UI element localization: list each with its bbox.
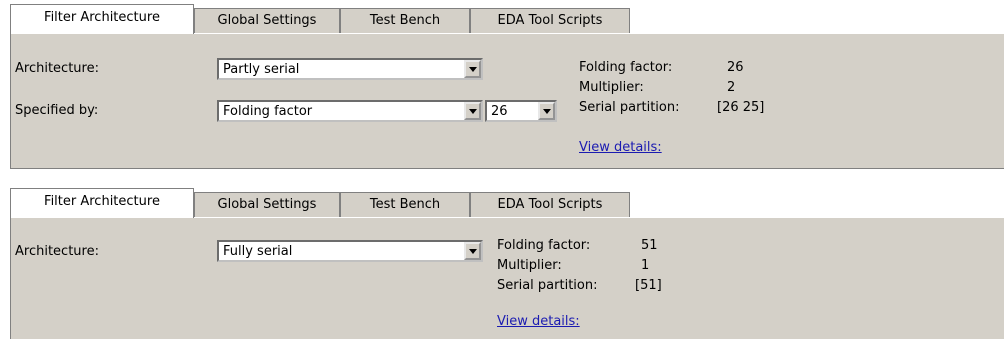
- specified-by-select[interactable]: Folding factor: [217, 100, 483, 122]
- tab-filter-architecture[interactable]: Filter Architecture: [10, 4, 194, 34]
- multiplier-label: Multiplier:: [497, 258, 562, 273]
- filter-architecture-content: Architecture: Partly serial Specified by…: [10, 34, 1004, 168]
- tab-global-settings[interactable]: Global Settings: [194, 192, 340, 217]
- panel-divider: [10, 168, 1004, 169]
- view-details-link[interactable]: View details:: [497, 314, 580, 329]
- multiplier-label: Multiplier:: [579, 80, 644, 95]
- folding-factor-select[interactable]: 26: [485, 100, 557, 122]
- filter-architecture-content: Architecture: Fully serial Folding facto…: [10, 218, 1004, 339]
- specified-by-select-value: Folding factor: [223, 104, 313, 119]
- tab-global-settings[interactable]: Global Settings: [194, 8, 340, 33]
- fully-serial-panel: Global Settings Test Bench EDA Tool Scri…: [0, 184, 1004, 339]
- tab-strip: Global Settings Test Bench EDA Tool Scri…: [0, 184, 1004, 218]
- folding-factor-label: Folding factor:: [497, 238, 591, 253]
- folding-factor-label: Folding factor:: [579, 60, 673, 75]
- specified-by-label: Specified by:: [15, 103, 99, 118]
- view-details-link[interactable]: View details:: [579, 140, 662, 155]
- architecture-select-value: Partly serial: [223, 62, 300, 77]
- multiplier-value: 1: [641, 258, 650, 273]
- architecture-select-value: Fully serial: [223, 244, 293, 259]
- serial-partition-label: Serial partition:: [497, 278, 598, 293]
- serial-partition-value: [26 25]: [717, 100, 765, 115]
- serial-partition-label: Serial partition:: [579, 100, 680, 115]
- tab-strip: Global Settings Test Bench EDA Tool Scri…: [0, 0, 1004, 34]
- tab-eda-tool-scripts[interactable]: EDA Tool Scripts: [470, 8, 630, 33]
- multiplier-value: 2: [727, 80, 736, 95]
- folding-factor-value: 26: [727, 60, 744, 75]
- chevron-down-icon[interactable]: [464, 102, 481, 120]
- partly-serial-panel: Global Settings Test Bench EDA Tool Scri…: [0, 0, 1004, 170]
- architecture-select[interactable]: Partly serial: [217, 58, 483, 80]
- chevron-down-icon[interactable]: [464, 242, 481, 260]
- tab-eda-tool-scripts[interactable]: EDA Tool Scripts: [470, 192, 630, 217]
- folding-factor-value: 51: [641, 238, 658, 253]
- folding-factor-select-value: 26: [491, 104, 508, 119]
- tab-test-bench[interactable]: Test Bench: [340, 8, 470, 33]
- tab-filter-architecture[interactable]: Filter Architecture: [10, 188, 194, 218]
- serial-partition-value: [51]: [635, 278, 662, 293]
- chevron-down-icon[interactable]: [538, 102, 555, 120]
- chevron-down-icon[interactable]: [464, 60, 481, 78]
- tab-test-bench[interactable]: Test Bench: [340, 192, 470, 217]
- architecture-label: Architecture:: [15, 61, 99, 76]
- architecture-select[interactable]: Fully serial: [217, 240, 483, 262]
- architecture-label: Architecture:: [15, 244, 99, 259]
